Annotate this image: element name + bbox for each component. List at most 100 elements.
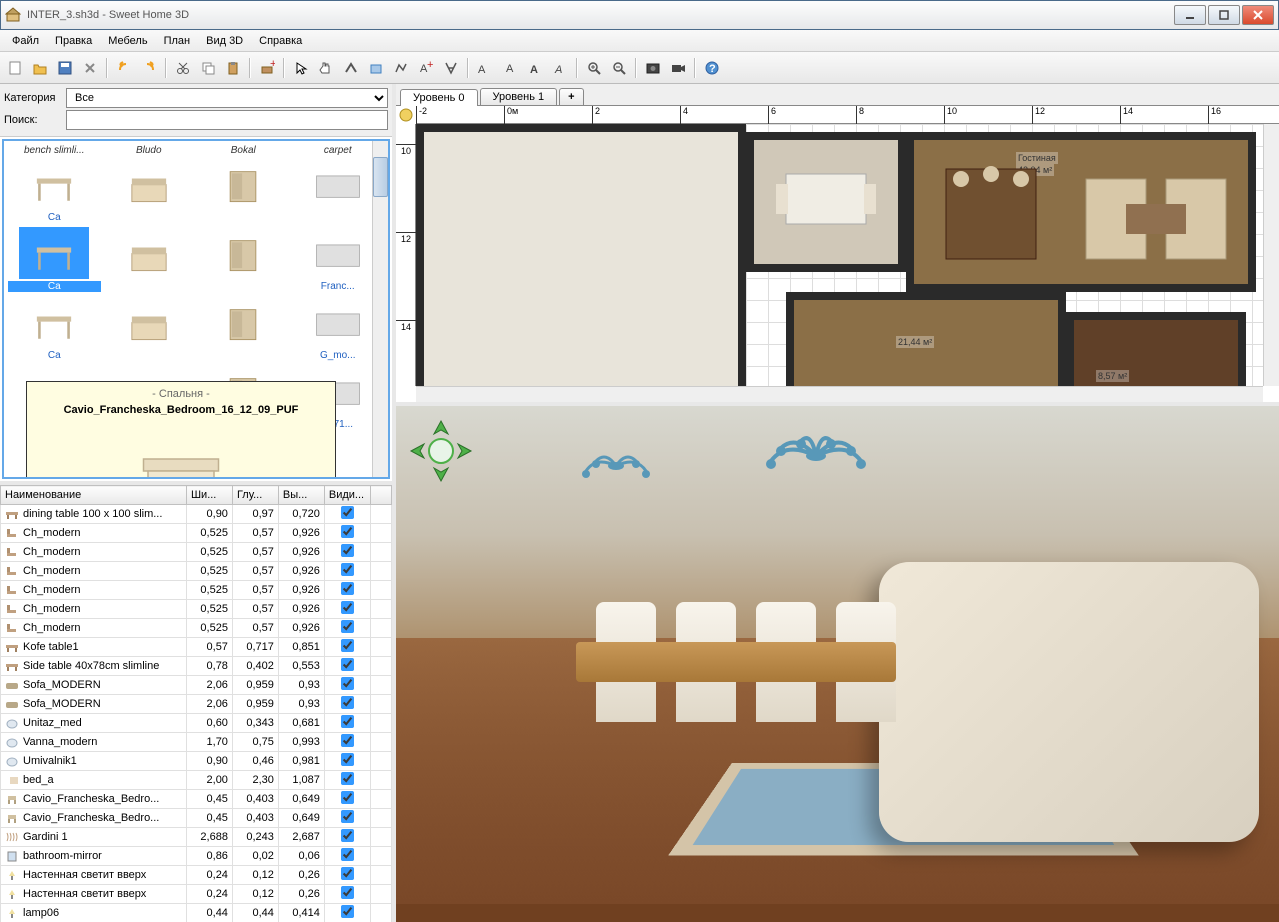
tab-level-1[interactable]: Уровень 1 [480,88,558,105]
catalog-item[interactable]: Bokal [197,145,290,223]
visible-checkbox[interactable] [341,544,354,557]
create-room-icon[interactable] [365,57,387,79]
menu-3dview[interactable]: Вид 3D [198,33,251,49]
3d-nav-compass[interactable] [406,416,476,486]
th-width[interactable]: Ши... [186,486,232,505]
catalog-item[interactable]: G_mo... [292,294,385,361]
zoom-in-icon[interactable] [583,57,605,79]
visible-checkbox[interactable] [341,886,354,899]
tab-add-level[interactable]: + [559,88,583,105]
visible-checkbox[interactable] [341,772,354,785]
3d-view[interactable] [396,406,1279,922]
menu-help[interactable]: Справка [251,33,310,49]
table-row[interactable]: Vanna_modern1,700,750,993 [1,733,392,752]
create-label-icon[interactable] [440,57,462,79]
table-row[interactable]: Настенная светит вверх0,240,120,26 [1,866,392,885]
copy-icon[interactable] [197,57,219,79]
table-row[interactable]: bed_a2,002,301,087 [1,771,392,790]
menu-file[interactable]: Файл [4,33,47,49]
catalog-item[interactable]: Ca [8,225,101,292]
minimize-button[interactable] [1174,5,1206,25]
visible-checkbox[interactable] [341,639,354,652]
th-name[interactable]: Наименование [1,486,187,505]
th-depth[interactable]: Глу... [232,486,278,505]
cut-icon[interactable] [172,57,194,79]
catalog-item[interactable]: carpet [292,145,385,223]
save-icon[interactable] [54,57,76,79]
search-input[interactable] [66,110,388,130]
plan-scrollbar-v[interactable] [1263,124,1279,386]
pan-icon[interactable] [315,57,337,79]
visible-checkbox[interactable] [341,658,354,671]
table-row[interactable]: Ch_modern0,5250,570,926 [1,600,392,619]
menu-furniture[interactable]: Мебель [100,33,155,49]
table-row[interactable]: Ch_modern0,5250,570,926 [1,619,392,638]
catalog-item[interactable]: bench slimli...Ca [8,145,101,223]
visible-checkbox[interactable] [341,525,354,538]
category-select[interactable]: Все [66,88,388,108]
table-row[interactable]: Umivalnik10,900,460,981 [1,752,392,771]
select-icon[interactable] [290,57,312,79]
visible-checkbox[interactable] [341,677,354,690]
catalog-item[interactable] [103,294,196,361]
help-icon[interactable]: ? [701,57,723,79]
table-row[interactable]: lamp060,440,440,414 [1,904,392,922]
table-row[interactable]: bathroom-mirror0,860,020,06 [1,847,392,866]
table-row[interactable]: Unitaz_med0,600,3430,681 [1,714,392,733]
undo-icon[interactable] [113,57,135,79]
zoom-out-icon[interactable] [608,57,630,79]
catalog-item[interactable] [103,225,196,292]
visible-checkbox[interactable] [341,810,354,823]
visible-checkbox[interactable] [341,905,354,918]
visible-checkbox[interactable] [341,848,354,861]
photo-icon[interactable] [642,57,664,79]
decrease-text-icon[interactable]: A [499,57,521,79]
open-icon[interactable] [29,57,51,79]
plan-scrollbar-h[interactable] [416,386,1263,402]
increase-text-icon[interactable]: A [474,57,496,79]
visible-checkbox[interactable] [341,734,354,747]
add-furniture-icon[interactable]: + [256,57,278,79]
create-walls-icon[interactable] [340,57,362,79]
preferences-icon[interactable] [79,57,101,79]
table-row[interactable]: Ch_modern0,5250,570,926 [1,524,392,543]
close-button[interactable] [1242,5,1274,25]
italic-icon[interactable]: A [549,57,571,79]
visible-checkbox[interactable] [341,715,354,728]
visible-checkbox[interactable] [341,506,354,519]
visible-checkbox[interactable] [341,620,354,633]
catalog-item[interactable]: Ca [8,294,101,361]
table-row[interactable]: dining table 100 x 100 slim...0,900,970,… [1,505,392,524]
menu-plan[interactable]: План [156,33,199,49]
visible-checkbox[interactable] [341,753,354,766]
table-row[interactable]: Cavio_Francheska_Bedro...0,450,4030,649 [1,809,392,828]
video-icon[interactable] [667,57,689,79]
catalog-item[interactable] [197,294,290,361]
tab-level-0[interactable]: Уровень 0 [400,89,478,106]
visible-checkbox[interactable] [341,829,354,842]
plan-canvas[interactable]: 14,87 м²Гостиная42,04 м²21,44 м²8,57 м² [416,124,1263,386]
create-dimension-icon[interactable]: A+ [415,57,437,79]
visible-checkbox[interactable] [341,867,354,880]
maximize-button[interactable] [1208,5,1240,25]
catalog-item[interactable]: Bludo [103,145,196,223]
visible-checkbox[interactable] [341,582,354,595]
table-row[interactable]: Gardini 12,6880,2432,687 [1,828,392,847]
bold-icon[interactable]: A [524,57,546,79]
th-visible[interactable]: Види... [324,486,370,505]
table-row[interactable]: Ch_modern0,5250,570,926 [1,581,392,600]
table-row[interactable]: Sofa_MODERN2,060,9590,93 [1,676,392,695]
menu-edit[interactable]: Правка [47,33,100,49]
catalog-item[interactable]: Franc... [292,225,385,292]
th-height[interactable]: Вы... [278,486,324,505]
visible-checkbox[interactable] [341,601,354,614]
table-row[interactable]: Side table 40x78cm slimline0,780,4020,55… [1,657,392,676]
create-polyline-icon[interactable] [390,57,412,79]
visible-checkbox[interactable] [341,563,354,576]
table-row[interactable]: Kofe table10,570,7170,851 [1,638,392,657]
visible-checkbox[interactable] [341,791,354,804]
catalog-scrollbar[interactable] [372,141,388,477]
table-row[interactable]: Ch_modern0,5250,570,926 [1,562,392,581]
table-row[interactable]: Настенная светит вверх0,240,120,26 [1,885,392,904]
furniture-table[interactable]: Наименование Ши... Глу... Вы... Види... … [0,485,392,922]
